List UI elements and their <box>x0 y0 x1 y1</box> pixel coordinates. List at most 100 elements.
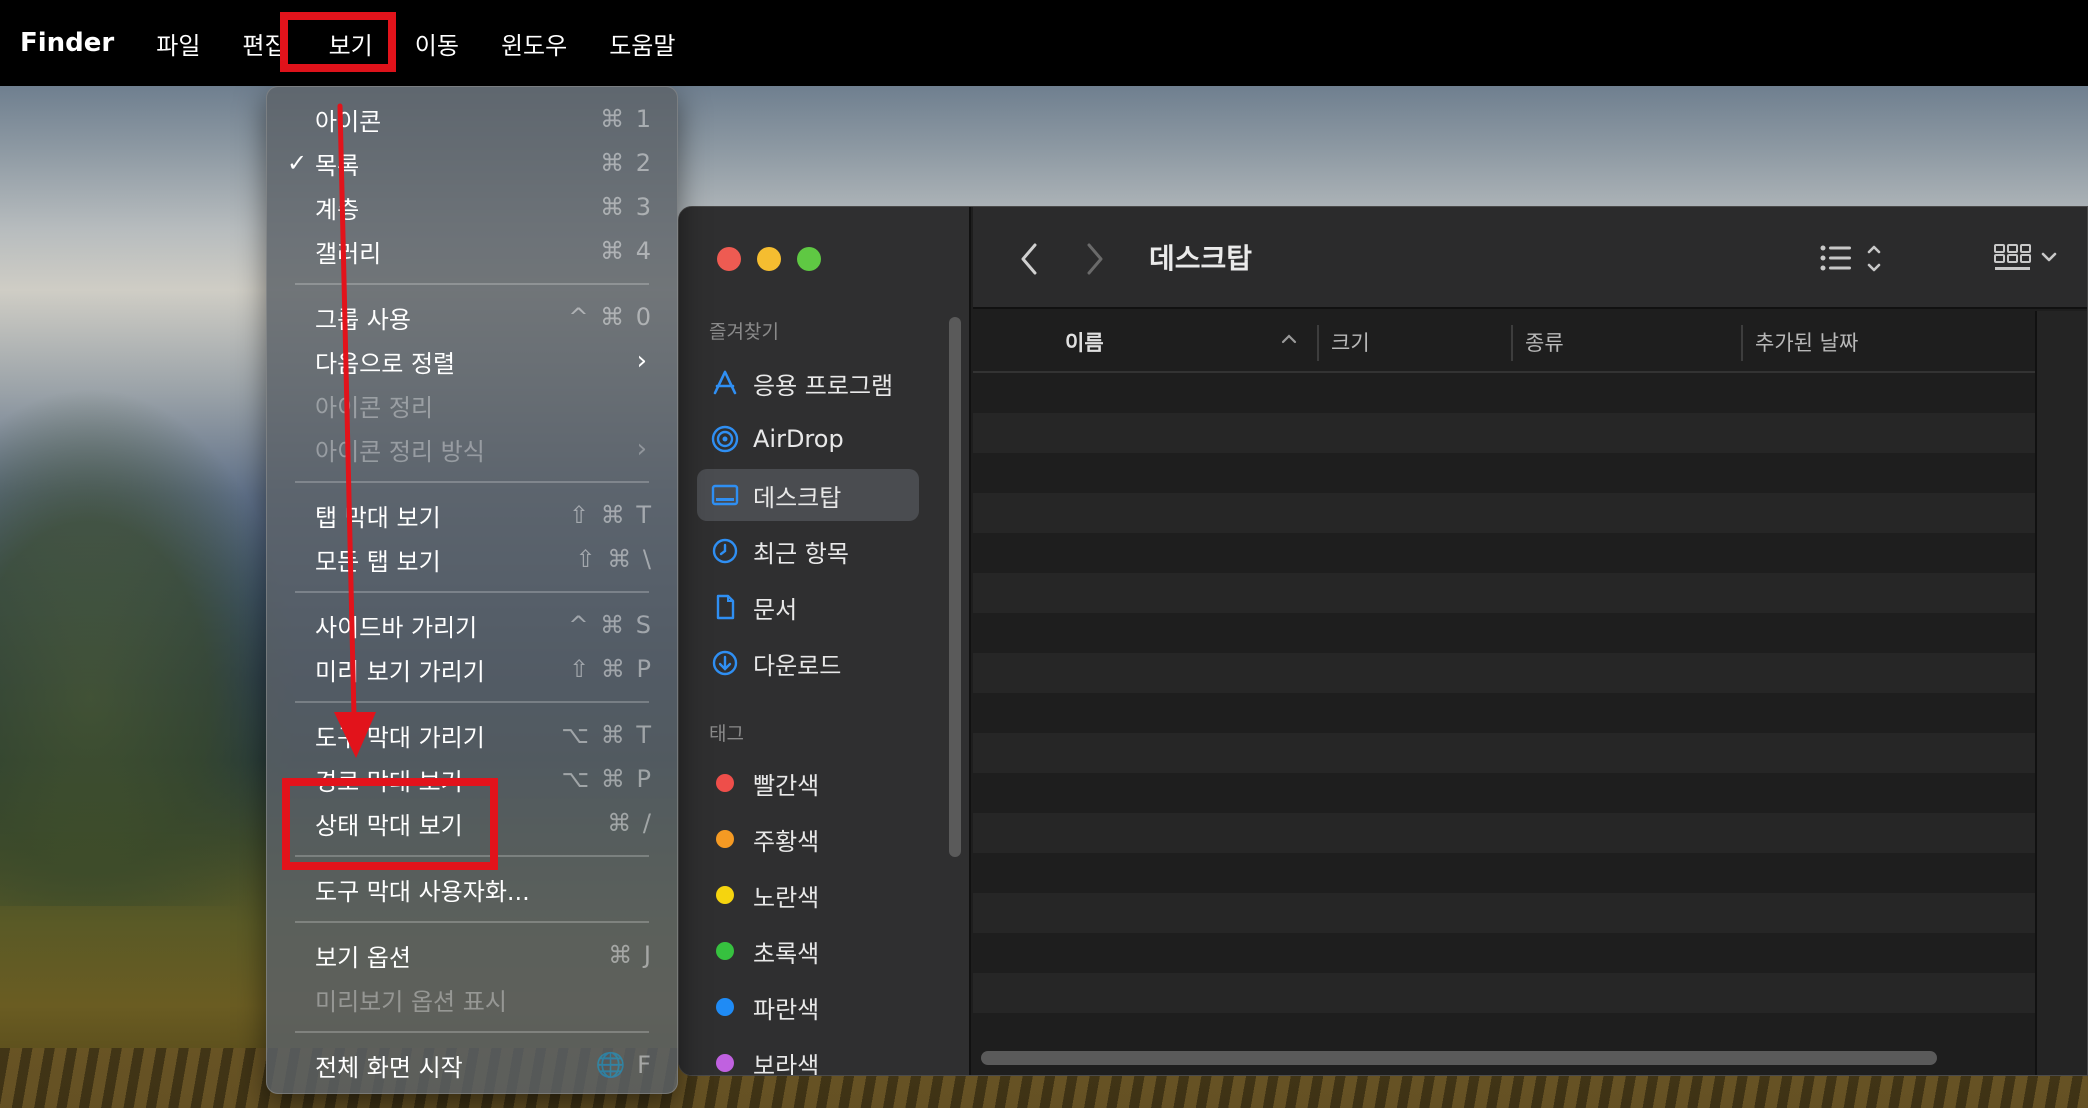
menu-item-label: 아이콘 정리 방식 <box>315 437 485 466</box>
menu-shortcut: ^ ⌘ 0 <box>568 303 653 331</box>
menu-item-label: 목록 <box>315 151 360 180</box>
document-icon <box>711 593 739 621</box>
finder-toolbar: 데스크탑 <box>973 207 2087 309</box>
sidebar-item-label: 파란색 <box>753 995 820 1024</box>
sidebar-item-documents[interactable]: 문서 <box>697 581 919 633</box>
window-title: 데스크탑 <box>1149 242 1253 275</box>
menu-item-show-tab-bar[interactable]: 탭 막대 보기 ⇧ ⌘ T <box>267 495 677 535</box>
tag-green-dot <box>716 942 734 960</box>
sidebar-tag-blue[interactable]: 파란색 <box>697 981 919 1033</box>
menu-shortcut: ^ ⌘ S <box>568 611 653 639</box>
menu-item-hide-toolbar[interactable]: 도구 막대 가리기 ⌥ ⌘ T <box>267 715 677 755</box>
menu-separator <box>295 481 649 483</box>
menu-edit[interactable]: 편집 <box>221 0 307 86</box>
menu-view[interactable]: 보기 <box>308 0 394 86</box>
preview-pane <box>2035 311 2087 1075</box>
column-divider[interactable] <box>1741 325 1743 361</box>
menu-item-hide-preview[interactable]: 미리 보기 가리기 ⇧ ⌘ P <box>267 649 677 689</box>
list-row <box>973 773 2035 813</box>
wallpaper-hills <box>0 386 300 906</box>
sidebar-item-desktop[interactable]: 데스크탑 <box>697 469 919 521</box>
sidebar-item-label: 문서 <box>753 595 798 624</box>
sidebar-tag-yellow[interactable]: 노란색 <box>697 869 919 921</box>
zoom-window-button[interactable] <box>797 247 821 271</box>
minimize-window-button[interactable] <box>757 247 781 271</box>
sidebar-item-label: 최근 항목 <box>753 539 849 568</box>
horizontal-scrollbar[interactable] <box>981 1051 1937 1065</box>
list-row <box>973 1013 2035 1053</box>
menu-item-gallery[interactable]: 갤러리 ⌘ 4 <box>267 231 677 271</box>
column-divider[interactable] <box>1511 325 1513 361</box>
tag-orange-dot <box>716 830 734 848</box>
tag-purple-dot <box>716 1054 734 1072</box>
grid-icon <box>1994 244 2031 263</box>
list-row <box>973 973 2035 1013</box>
column-kind[interactable]: 종류 <box>1525 311 1564 373</box>
sidebar-item-applications[interactable]: 응용 프로그램 <box>697 357 919 409</box>
menu-item-sort-by[interactable]: 다음으로 정렬 › <box>267 341 677 381</box>
sidebar-item-downloads[interactable]: 다운로드 <box>697 637 919 689</box>
sidebar-item-airdrop[interactable]: AirDrop <box>697 413 919 465</box>
file-list[interactable] <box>973 373 2035 1053</box>
menu-item-hide-sidebar[interactable]: 사이드바 가리기 ^ ⌘ S <box>267 605 677 645</box>
sidebar-tag-green[interactable]: 초록색 <box>697 925 919 977</box>
menu-item-use-groups[interactable]: 그룹 사용 ^ ⌘ 0 <box>267 297 677 337</box>
sidebar-item-label: 다운로드 <box>753 651 842 680</box>
list-row <box>973 493 2035 533</box>
menu-item-label: 사이드바 가리기 <box>315 613 478 642</box>
menu-separator <box>295 591 649 593</box>
sidebar-item-recents[interactable]: 최근 항목 <box>697 525 919 577</box>
menu-go[interactable]: 이동 <box>394 0 480 86</box>
menu-shortcut: ⌥ ⌘ T <box>561 721 653 749</box>
sidebar-scrollbar[interactable] <box>949 317 961 857</box>
menu-item-view-options[interactable]: 보기 옵션 ⌘ J <box>267 935 677 975</box>
menu-item-label: 아이콘 <box>315 107 382 136</box>
finder-main: 데스크탑 이름 크기 종류 추가된 날짜 <box>973 207 2087 1075</box>
sidebar-item-label: 빨간색 <box>753 771 820 800</box>
column-divider[interactable] <box>1317 325 1319 361</box>
applications-icon <box>711 369 739 397</box>
menu-item-show-all-tabs[interactable]: 모든 탭 보기 ⇧ ⌘ \ <box>267 539 677 579</box>
list-row <box>973 853 2035 893</box>
tag-blue-dot <box>716 998 734 1016</box>
list-view-toggle[interactable] <box>1817 239 1887 283</box>
sidebar-tag-red[interactable]: 빨간색 <box>697 757 919 809</box>
close-window-button[interactable] <box>717 247 741 271</box>
menu-help[interactable]: 도움말 <box>588 0 696 86</box>
sort-ascending-icon <box>1279 329 1299 354</box>
menu-item-label: 갤러리 <box>315 239 382 268</box>
menu-shortcut: ⇧ ⌘ T <box>568 501 653 529</box>
menu-item-label: 미리보기 옵션 표시 <box>315 987 507 1016</box>
menu-item-list[interactable]: ✓ 목록 ⌘ 2 <box>267 143 677 183</box>
menu-item-columns[interactable]: 계층 ⌘ 3 <box>267 187 677 227</box>
sidebar-item-label: 응용 프로그램 <box>753 371 894 400</box>
back-button[interactable] <box>1017 241 1041 286</box>
menu-window[interactable]: 윈도우 <box>480 0 588 86</box>
list-row <box>973 653 2035 693</box>
menu-item-label: 도구 막대 사용자화... <box>315 877 530 906</box>
menu-item-customize-toolbar[interactable]: 도구 막대 사용자화... <box>267 869 677 909</box>
menu-item-enter-full-screen[interactable]: 전체 화면 시작 🌐 F <box>267 1045 677 1085</box>
menu-app-finder[interactable]: Finder <box>20 0 135 86</box>
group-view-toggle[interactable] <box>1993 239 2063 283</box>
menu-separator <box>295 701 649 703</box>
sidebar-tag-orange[interactable]: 주황색 <box>697 813 919 865</box>
desktop-icon <box>711 481 739 509</box>
tags-header: 태그 <box>709 723 744 745</box>
column-date-added[interactable]: 추가된 날짜 <box>1755 311 1858 373</box>
list-row <box>973 533 2035 573</box>
list-row <box>973 733 2035 773</box>
menu-file[interactable]: 파일 <box>135 0 221 86</box>
sidebar-item-label: 데스크탑 <box>753 483 842 512</box>
column-size[interactable]: 크기 <box>1331 311 1370 373</box>
menu-item-label: 전체 화면 시작 <box>315 1053 463 1082</box>
menu-item-label: 도구 막대 가리기 <box>315 723 485 752</box>
menu-item-label: 그룹 사용 <box>315 305 411 334</box>
view-menu-dropdown: 아이콘 ⌘ 1 ✓ 목록 ⌘ 2 계층 ⌘ 3 갤러리 ⌘ 4 그룹 사용 ^ … <box>266 86 678 1094</box>
sidebar-tag-purple[interactable]: 보라색 <box>697 1037 919 1075</box>
menu-item-icons[interactable]: 아이콘 ⌘ 1 <box>267 99 677 139</box>
column-name[interactable]: 이름 <box>1065 311 1104 373</box>
menu-shortcut: 🌐 F <box>595 1051 653 1079</box>
forward-button[interactable] <box>1083 241 1107 286</box>
menu-shortcut: ⌥ ⌘ P <box>561 765 653 793</box>
